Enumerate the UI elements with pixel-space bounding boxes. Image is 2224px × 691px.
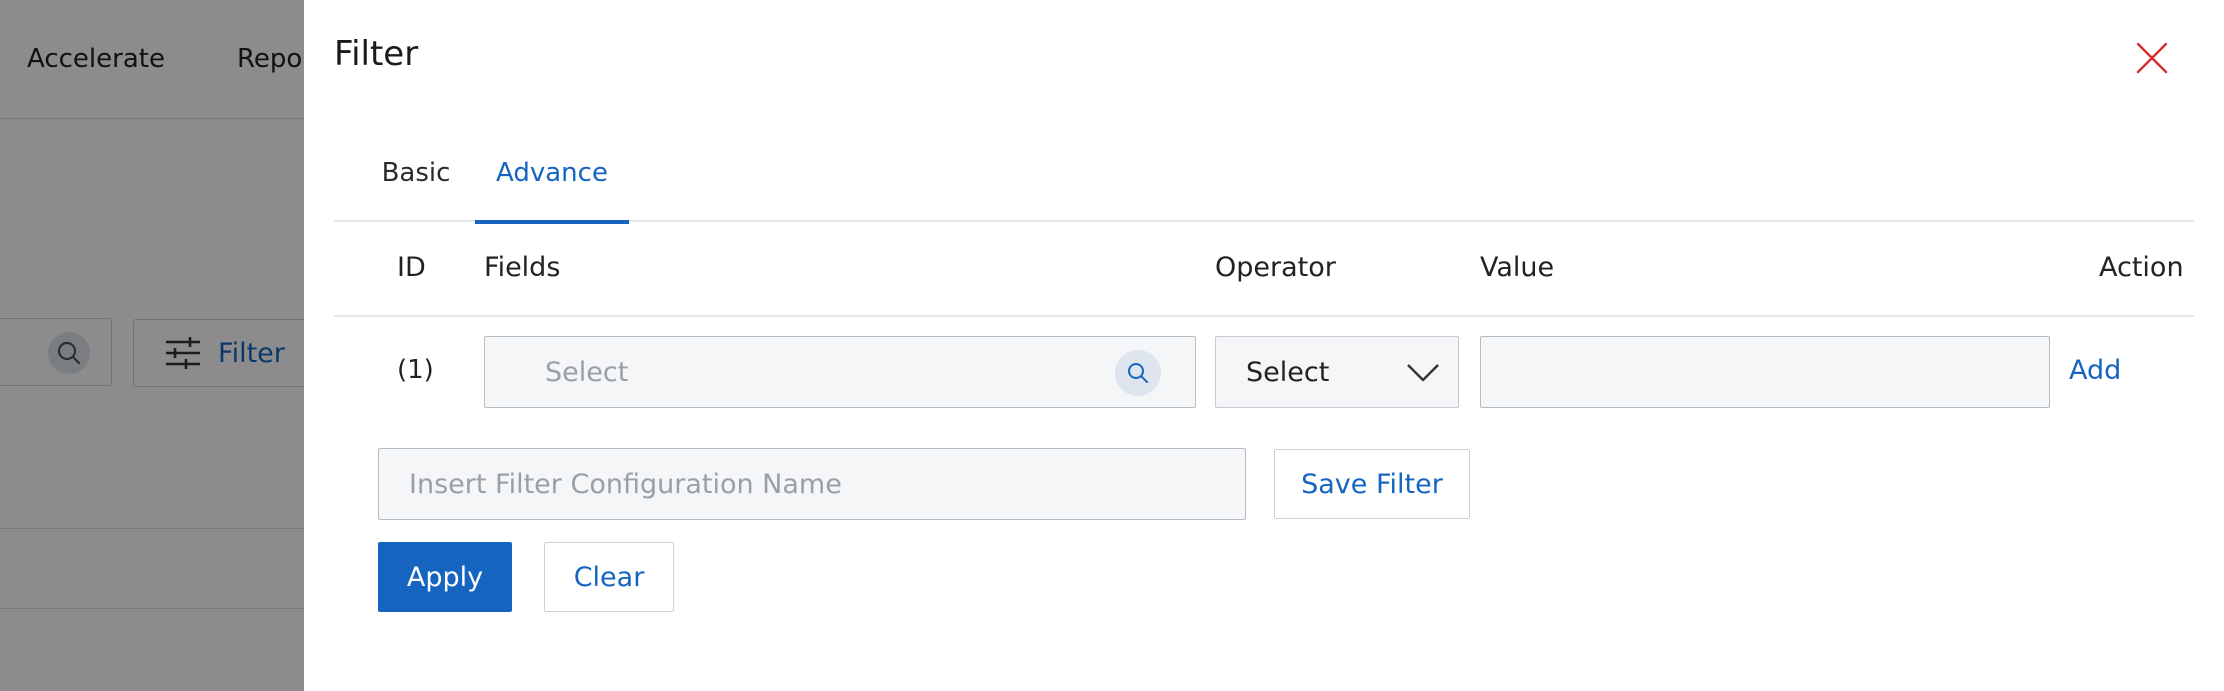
row-id: (1) <box>397 355 434 385</box>
clear-button[interactable]: Clear <box>544 542 674 612</box>
filter-config-name-input[interactable]: Insert Filter Configuration Name <box>378 448 1246 520</box>
fields-select[interactable]: Select <box>484 336 1196 408</box>
operator-select[interactable]: Select <box>1215 336 1459 408</box>
column-header-operator: Operator <box>1215 252 1336 283</box>
filter-tabs: Basic Advance <box>334 140 2194 224</box>
add-row-link[interactable]: Add <box>2069 355 2121 386</box>
column-header-id: ID <box>397 252 426 283</box>
chevron-down-icon <box>1407 364 1439 382</box>
column-header-fields: Fields <box>484 252 561 283</box>
filter-config-name-placeholder: Insert Filter Configuration Name <box>409 469 842 500</box>
value-input[interactable] <box>1480 336 2050 408</box>
filter-drawer: Filter Basic Advance ID Fields Operator … <box>304 0 2224 691</box>
filter-table-header: ID Fields Operator Value Action <box>334 224 2194 317</box>
column-header-action: Action <box>2099 252 2184 283</box>
apply-button[interactable]: Apply <box>378 542 512 612</box>
fields-select-placeholder: Select <box>545 357 629 388</box>
save-filter-button[interactable]: Save Filter <box>1274 449 1470 519</box>
operator-select-value: Select <box>1246 357 1330 388</box>
tab-advance[interactable]: Advance <box>475 140 629 224</box>
column-header-value: Value <box>1480 252 1555 283</box>
tab-basic[interactable]: Basic <box>357 140 475 222</box>
drawer-title: Filter <box>334 34 419 74</box>
search-icon[interactable] <box>1115 350 1161 396</box>
close-icon[interactable] <box>2134 40 2170 76</box>
